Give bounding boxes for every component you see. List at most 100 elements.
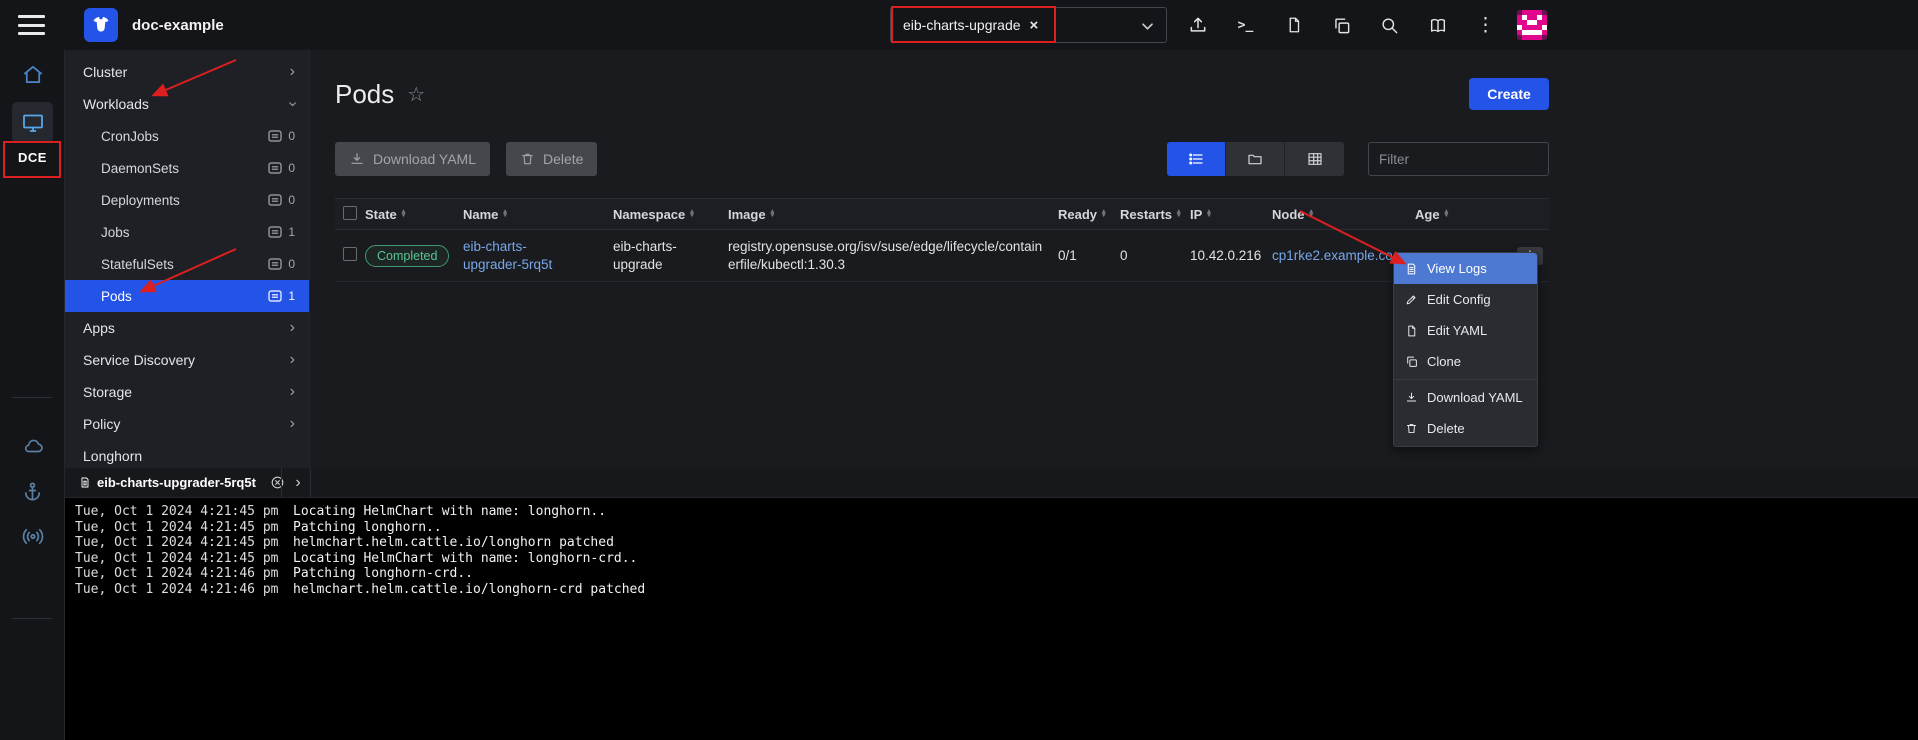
sidebar-item-workloads[interactable]: Workloads › xyxy=(65,88,309,120)
hamburger-menu-button[interactable] xyxy=(18,15,45,35)
sidebar-item-storage[interactable]: Storage › xyxy=(65,376,309,408)
menu-item-clone[interactable]: Clone xyxy=(1394,346,1537,377)
sidebar-item-cluster[interactable]: Cluster › xyxy=(65,56,309,88)
menu-item-edit-yaml[interactable]: Edit YAML xyxy=(1394,315,1537,346)
column-header-image[interactable]: Image xyxy=(728,207,1058,222)
file-button[interactable] xyxy=(1282,13,1305,37)
group-view-toggle[interactable] xyxy=(1226,142,1285,176)
cloud-button[interactable] xyxy=(0,435,65,457)
kubectl-shell-button[interactable]: >_ xyxy=(1234,13,1257,37)
namespace-filter[interactable]: eib-charts-upgrade × xyxy=(890,7,1167,43)
row-context-menu: View Logs Edit Config Edit YAML Clone Do… xyxy=(1393,252,1538,447)
select-all-checkbox[interactable] xyxy=(343,206,357,220)
book-icon xyxy=(1428,16,1448,35)
upload-icon xyxy=(1188,15,1208,35)
column-header-state[interactable]: State xyxy=(365,207,463,222)
column-header-restarts[interactable]: Restarts xyxy=(1120,207,1190,222)
cluster-manager-button[interactable] xyxy=(12,102,53,143)
ip-cell: 10.42.0.216 xyxy=(1190,248,1272,263)
column-header-namespace[interactable]: Namespace xyxy=(613,207,728,222)
log-line: Tue, Oct 1 2024 4:21:46 pmPatching longh… xyxy=(75,566,1918,582)
table-header-row: State Name Namespace Image Ready Restart… xyxy=(335,198,1549,230)
log-line: Tue, Oct 1 2024 4:21:45 pmhelmchart.helm… xyxy=(75,535,1918,551)
top-bar: doc-example eib-charts-upgrade × >_ ⋮ xyxy=(0,0,1918,50)
view-toggle-group xyxy=(1167,142,1344,176)
pod-name-link[interactable]: eib-charts-upgrader-5rq5t xyxy=(463,238,573,273)
sidebar-item-jobs[interactable]: Jobs 1 xyxy=(65,216,309,248)
log-tab[interactable]: eib-charts-upgrader-5rq5t xyxy=(79,475,285,490)
favorite-star-icon[interactable]: ☆ xyxy=(407,82,425,107)
column-header-ip[interactable]: IP xyxy=(1190,207,1272,222)
chevron-right-icon: › xyxy=(290,352,295,368)
trash-icon xyxy=(520,151,535,167)
log-output[interactable]: Tue, Oct 1 2024 4:21:45 pmLocating HelmC… xyxy=(65,498,1918,740)
sidebar-item-statefulsets[interactable]: StatefulSets 0 xyxy=(65,248,309,280)
chevron-right-icon: › xyxy=(290,416,295,432)
row-checkbox[interactable] xyxy=(343,247,357,261)
resource-count-icon xyxy=(268,194,282,206)
tab-divider xyxy=(310,468,311,497)
chevron-down-icon: › xyxy=(284,101,300,106)
table-row[interactable]: Completed eib-charts-upgrader-5rq5t eib-… xyxy=(335,230,1549,282)
sidebar-item-policy[interactable]: Policy › xyxy=(65,408,309,440)
namespace-chip: eib-charts-upgrade × xyxy=(903,17,1038,34)
filter-input[interactable] xyxy=(1368,142,1549,176)
cluster-badge-dce[interactable]: DCE xyxy=(0,150,65,165)
delete-button[interactable]: Delete xyxy=(506,142,597,176)
namespace-chip-label: eib-charts-upgrade xyxy=(903,17,1021,33)
rancher-logo[interactable] xyxy=(84,8,118,42)
menu-item-download-yaml[interactable]: Download YAML xyxy=(1394,382,1537,413)
circle-close-icon xyxy=(270,475,285,490)
sort-icon xyxy=(402,210,406,219)
list-view-toggle[interactable] xyxy=(1167,142,1226,176)
header-kebab-button[interactable]: ⋮ xyxy=(1474,13,1497,37)
search-button[interactable] xyxy=(1378,13,1401,37)
log-tab-label: eib-charts-upgrader-5rq5t xyxy=(97,475,256,490)
sidebar-item-apps[interactable]: Apps › xyxy=(65,312,309,344)
chevron-right-icon: › xyxy=(290,384,295,400)
log-tab-close-button[interactable] xyxy=(270,475,285,490)
log-file-icon xyxy=(79,476,91,489)
sidebar-item-service-discovery[interactable]: Service Discovery › xyxy=(65,344,309,376)
rail-divider xyxy=(12,618,52,619)
page-title: Pods xyxy=(335,79,394,110)
chevron-right-icon: › xyxy=(290,64,295,80)
home-button[interactable] xyxy=(0,63,65,86)
panel-chevron-button[interactable]: › xyxy=(287,468,309,498)
column-header-node[interactable]: Node xyxy=(1272,207,1415,222)
chevron-down-icon[interactable] xyxy=(1141,22,1154,31)
column-header-ready[interactable]: Ready xyxy=(1058,207,1120,222)
sidebar-item-deployments[interactable]: Deployments 0 xyxy=(65,184,309,216)
grid-view-toggle[interactable] xyxy=(1285,142,1344,176)
search-icon xyxy=(1380,16,1399,35)
harbor-button[interactable] xyxy=(0,480,65,503)
chip-remove-icon[interactable]: × xyxy=(1030,17,1039,34)
sort-icon xyxy=(1310,210,1314,219)
column-header-age[interactable]: Age xyxy=(1415,207,1549,222)
import-yaml-button[interactable] xyxy=(1186,13,1209,37)
cloud-icon xyxy=(21,435,45,457)
rancher-cow-icon xyxy=(89,13,113,37)
download-icon xyxy=(1405,391,1418,404)
sidebar-item-daemonsets[interactable]: DaemonSets 0 xyxy=(65,152,309,184)
download-icon xyxy=(349,151,365,167)
create-button[interactable]: Create xyxy=(1469,78,1549,110)
sidebar-item-pods[interactable]: Pods 1 xyxy=(65,280,309,312)
network-button[interactable] xyxy=(0,525,65,548)
menu-item-edit-config[interactable]: Edit Config xyxy=(1394,284,1537,315)
column-header-name[interactable]: Name xyxy=(463,207,613,222)
sort-icon xyxy=(503,210,507,219)
node-link[interactable]: cp1rke2.example.co xyxy=(1272,248,1393,263)
menu-item-delete[interactable]: Delete xyxy=(1394,413,1537,444)
logs-icon xyxy=(1405,262,1418,276)
user-avatar[interactable] xyxy=(1517,10,1547,40)
sort-icon xyxy=(1445,210,1449,219)
docs-button[interactable] xyxy=(1426,13,1449,37)
log-tab-bar: eib-charts-upgrader-5rq5t › xyxy=(65,468,1918,498)
menu-item-view-logs[interactable]: View Logs xyxy=(1394,253,1537,284)
sort-icon xyxy=(690,210,694,219)
download-yaml-button[interactable]: Download YAML xyxy=(335,142,490,176)
sort-icon xyxy=(1177,210,1181,219)
copy-config-button[interactable] xyxy=(1330,13,1353,37)
sidebar-item-cronjobs[interactable]: CronJobs 0 xyxy=(65,120,309,152)
